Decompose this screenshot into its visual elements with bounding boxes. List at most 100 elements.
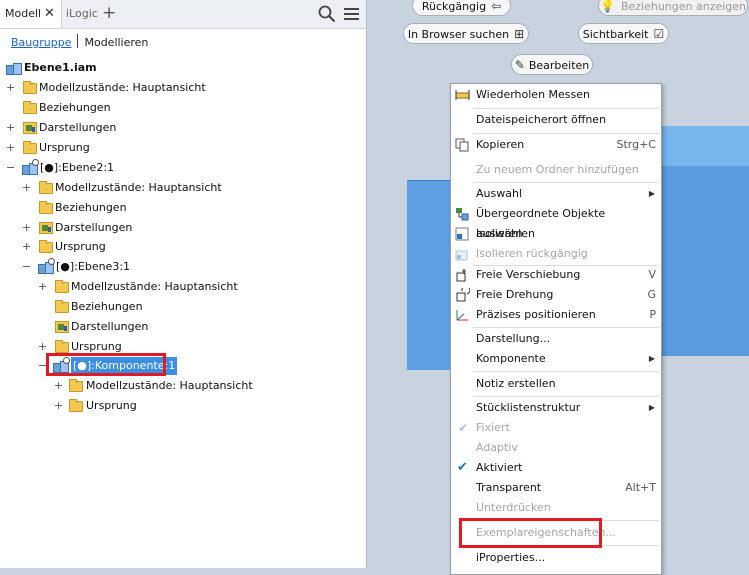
browser-tree-icon: ⊞ <box>514 27 525 41</box>
expand-icon[interactable]: + <box>6 82 15 93</box>
red-highlight-box <box>459 518 602 548</box>
menu-item-create-note[interactable]: Notiz erstellen <box>451 374 661 394</box>
subassembly-icon <box>38 258 55 274</box>
search-icon[interactable] <box>318 5 336 23</box>
menu-item-iproperties[interactable]: iProperties... <box>451 548 661 568</box>
menu-item-selection[interactable]: Auswahl ▶ <box>451 184 661 204</box>
visibility-button[interactable]: Sichtbarkeit ☑ <box>578 23 669 44</box>
context-menu: Wiederholen Messen Dateispeicherort öffn… <box>450 83 662 575</box>
menu-item-copy[interactable]: Kopieren Strg+C <box>451 135 661 155</box>
menu-item-add-to-new-folder[interactable]: Zu neuem Ordner hinzufügen <box>451 160 661 180</box>
expand-icon[interactable]: + <box>54 400 63 411</box>
menu-item-free-move[interactable]: Freie Verschiebung V <box>451 265 661 285</box>
representations-icon <box>55 321 70 334</box>
menu-item-bom-structure[interactable]: Stücklistenstruktur ▶ <box>451 398 661 418</box>
menu-item-representation[interactable]: Darstellung... <box>451 329 661 349</box>
folder-icon <box>39 201 53 214</box>
edit-label: Bearbeiten <box>528 59 590 72</box>
folder-icon <box>39 181 53 194</box>
folder-icon <box>69 399 83 412</box>
expand-icon[interactable]: + <box>54 380 63 391</box>
menu-item-enabled[interactable]: ✔ Aktiviert <box>451 458 661 478</box>
tab-model-label: Modell <box>5 7 42 20</box>
tree-node-label: Darstellungen <box>39 121 117 134</box>
collapse-icon[interactable]: − <box>22 261 31 272</box>
menu-item-component[interactable]: Komponente ▶ <box>451 349 661 369</box>
tree-node-label: [●]:Ebene2:1 <box>40 161 115 174</box>
tree-node-label: Ursprung <box>86 399 137 412</box>
menu-item-transparent[interactable]: Transparent Alt+T <box>451 478 661 498</box>
expand-icon[interactable]: + <box>22 222 31 233</box>
expand-icon[interactable]: + <box>6 142 15 153</box>
tree-node-label: Darstellungen <box>55 221 133 234</box>
visibility-label: Sichtbarkeit <box>582 28 649 41</box>
check-icon: ✔ <box>457 460 468 475</box>
menu-item-free-rotate[interactable]: Freie Drehung G <box>451 285 661 305</box>
subassembly-icon <box>22 159 39 175</box>
tree-node-label: Ursprung <box>39 141 90 154</box>
tree-node-label: Modellzustände: Hauptansicht <box>71 280 238 293</box>
close-icon[interactable]: ✕ <box>44 0 55 28</box>
browser-mode-switch: Baugruppe Modellieren <box>11 34 148 50</box>
tree-root-label: Ebene1.iam <box>24 61 97 74</box>
menu-item-isolate[interactable]: Isolieren <box>451 224 661 244</box>
free-move-icon <box>456 269 466 282</box>
check-icon: ✔ <box>458 421 469 435</box>
checkbox-icon: ☑ <box>653 27 665 41</box>
expand-icon[interactable]: + <box>22 182 31 193</box>
undo-label: Rückgängig <box>421 0 487 13</box>
submenu-arrow-icon: ▶ <box>648 354 655 363</box>
undo-arrow-icon: ⇦ <box>491 0 502 13</box>
folder-icon <box>55 300 69 313</box>
add-tab-button[interactable]: + <box>102 0 116 27</box>
browser-tab-bar: Modell ✕ iLogic + <box>0 0 366 29</box>
expand-icon[interactable]: + <box>38 341 47 352</box>
tree-node-label: Ursprung <box>55 240 106 253</box>
tree-node-label: Darstellungen <box>71 320 149 333</box>
find-in-browser-label: In Browser suchen <box>407 28 510 41</box>
folder-icon <box>39 240 53 253</box>
expand-icon[interactable]: + <box>38 281 47 292</box>
folder-icon <box>55 340 69 353</box>
copy-icon <box>455 138 469 152</box>
menu-item-open-file-location[interactable]: Dateispeicherort öffnen <box>451 110 661 130</box>
submenu-arrow-icon: ▶ <box>648 189 655 198</box>
undo-button[interactable]: Rückgängig ⇦ <box>412 0 511 16</box>
red-highlight-box <box>46 353 166 376</box>
mode-modeling-link[interactable]: Modellieren <box>84 36 148 49</box>
edit-icon: ✎ <box>514 58 525 72</box>
tab-model[interactable]: Modell ✕ <box>0 0 62 28</box>
representations-icon <box>23 122 38 135</box>
tree-node-label: Modellzustände: Hauptansicht <box>86 379 253 392</box>
folder-icon <box>69 379 83 392</box>
tree-node-label: Beziehungen <box>71 300 143 313</box>
menu-item-grounded[interactable]: ✔ Fixiert <box>451 418 661 438</box>
edit-button[interactable]: ✎ Bearbeiten <box>511 54 593 75</box>
submenu-arrow-icon: ▶ <box>648 403 655 412</box>
menu-item-undo-isolate[interactable]: Isolieren rückgängig <box>451 244 661 264</box>
menu-item-select-parents[interactable]: Übergeordnete Objekte auswählen <box>451 204 661 240</box>
tab-ilogic[interactable]: iLogic <box>66 0 98 28</box>
show-relations-label: Beziehungen anzeigen <box>620 0 747 13</box>
find-in-browser-button[interactable]: In Browser suchen ⊞ <box>403 23 529 44</box>
expand-icon[interactable]: + <box>22 241 31 252</box>
tree-node-label: Modellzustände: Hauptansicht <box>39 81 206 94</box>
menu-item-repeat-measure[interactable]: Wiederholen Messen <box>451 85 661 105</box>
tree-node-label: [●]:Ebene3:1 <box>56 260 131 273</box>
representations-icon <box>39 222 54 235</box>
folder-icon <box>23 101 37 114</box>
assembly-icon <box>6 61 22 75</box>
menu-item-precise-position[interactable]: Präzises positionieren P <box>451 305 661 325</box>
menu-icon[interactable] <box>344 6 359 21</box>
undo-isolate-icon <box>455 250 468 261</box>
collapse-icon[interactable]: − <box>6 162 15 173</box>
tree-node-label: Modellzustände: Hauptansicht <box>55 181 222 194</box>
model-browser-panel: Modell ✕ iLogic + Baugruppe Modellieren E… <box>0 0 367 568</box>
show-relations-button[interactable]: 💡 Beziehungen anzeigen <box>598 0 748 16</box>
menu-item-adaptive[interactable]: Adaptiv <box>451 438 661 458</box>
expand-icon[interactable]: + <box>6 122 15 133</box>
select-parents-icon <box>456 208 469 221</box>
mode-assembly-link[interactable]: Baugruppe <box>11 36 71 49</box>
folder-icon <box>23 141 37 154</box>
menu-item-suppress[interactable]: Unterdrücken <box>451 498 661 518</box>
